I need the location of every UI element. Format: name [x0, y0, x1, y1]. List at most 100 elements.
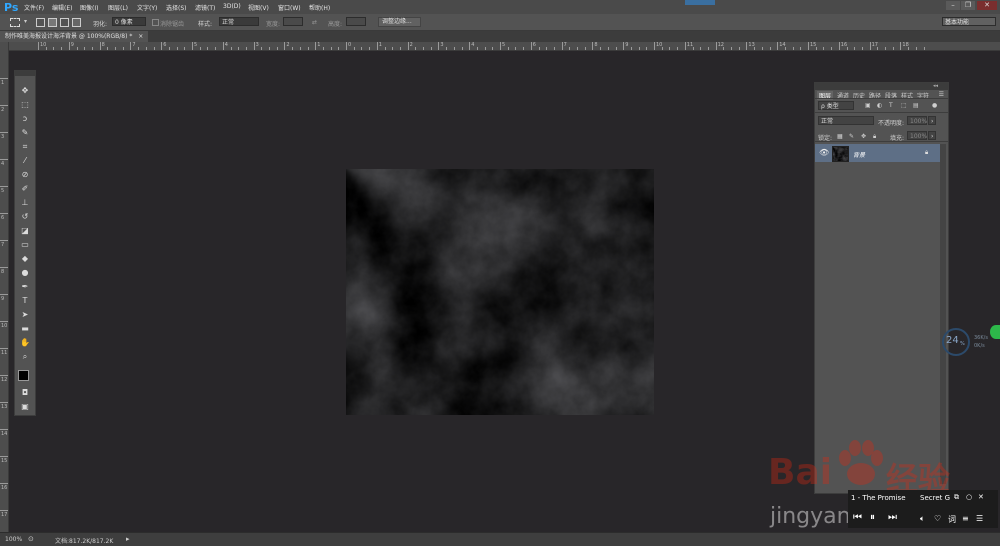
ruler-minor-tick	[107, 47, 109, 50]
close-tab-icon[interactable]: ×	[138, 33, 143, 40]
volume-icon[interactable]: 🔈︎	[920, 514, 925, 524]
window-mode-icon[interactable]: ⧉	[954, 493, 959, 502]
like-icon[interactable]: ♡	[934, 514, 941, 523]
marquee-tool-icon[interactable]: ⬚	[18, 99, 32, 111]
menu-icon[interactable]: ☰	[976, 514, 983, 523]
opacity-input[interactable]: 100%	[907, 116, 927, 125]
feather-input[interactable]: 0 像素	[112, 17, 146, 26]
collapse-icon[interactable]: ◂◂	[933, 83, 938, 89]
style-select[interactable]: 正常	[219, 17, 259, 26]
pen-tool-icon[interactable]: ✒	[18, 281, 32, 293]
ruler-label: 17	[1, 512, 8, 518]
clone-stamp-tool-icon[interactable]: ⊥	[18, 197, 32, 209]
menu-image[interactable]: 图像(I)	[80, 3, 98, 12]
ruler-minor-tick	[53, 47, 55, 50]
quick-select-tool-icon[interactable]: ✎	[18, 127, 32, 139]
minimize-button[interactable]: –	[946, 1, 960, 10]
intersect-selection-icon[interactable]	[72, 18, 81, 27]
status-menu-arrow-icon[interactable]: ▸	[126, 535, 130, 543]
subtract-selection-icon[interactable]	[60, 18, 69, 27]
lasso-tool-icon[interactable]: ↄ	[18, 113, 32, 125]
pause-icon[interactable]: ⏸	[870, 512, 875, 523]
doc-info-icon[interactable]: ⊙	[28, 535, 34, 543]
crop-tool-icon[interactable]: ⌗	[18, 141, 32, 153]
move-tool-icon[interactable]: ✥	[18, 85, 32, 97]
width-input[interactable]	[283, 17, 303, 26]
path-selection-tool-icon[interactable]: ➤	[18, 309, 32, 321]
filter-smart-icon[interactable]: ▤	[913, 102, 919, 109]
fill-input[interactable]: 100%	[907, 131, 927, 140]
new-selection-icon[interactable]	[36, 18, 45, 27]
opacity-slider-button[interactable]: ›	[928, 116, 936, 125]
ruler-tick	[0, 402, 8, 403]
menu-layer[interactable]: 图层(L)	[108, 3, 128, 12]
workspace-select[interactable]: 基本功能	[942, 17, 996, 26]
playlist-icon[interactable]: ≡	[962, 514, 969, 523]
ruler-tick	[0, 240, 8, 241]
fill-slider-button[interactable]: ›	[928, 131, 936, 140]
swap-icon[interactable]: ⇄	[312, 19, 317, 26]
filter-type-icon[interactable]: T	[889, 102, 893, 109]
foreground-color-swatch[interactable]	[18, 370, 29, 381]
layer-row-background[interactable]: 👁︎ 背景 🔒︎	[815, 144, 940, 162]
refine-edge-button[interactable]: 调整边缘...	[378, 17, 421, 27]
gradient-tool-icon[interactable]: ▭	[18, 239, 32, 251]
ruler-minor-tick	[908, 47, 910, 50]
dodge-tool-icon[interactable]: ●	[18, 267, 32, 279]
lock-position-icon[interactable]: ✥	[861, 133, 866, 140]
zoom-tool-icon[interactable]: ⌕	[18, 351, 32, 363]
filter-shape-icon[interactable]: ⬚	[901, 102, 907, 109]
next-icon[interactable]: ⏭	[888, 512, 897, 523]
menu-window[interactable]: 窗口(W)	[278, 3, 301, 12]
menu-filter[interactable]: 滤镜(T)	[195, 3, 215, 12]
filter-toggle-icon[interactable]: ●	[932, 102, 937, 109]
eraser-tool-icon[interactable]: ◪	[18, 225, 32, 237]
menu-select[interactable]: 选择(S)	[166, 3, 187, 12]
type-tool-icon[interactable]: T	[18, 295, 32, 307]
menu-type[interactable]: 文字(Y)	[137, 3, 157, 12]
lyrics-icon[interactable]: 词	[948, 514, 956, 525]
speed-boost-icon[interactable]	[990, 325, 1000, 339]
eyedropper-tool-icon[interactable]: ⁄	[18, 155, 32, 167]
layers-scrollbar[interactable]	[940, 144, 946, 484]
add-selection-icon[interactable]	[48, 18, 57, 27]
menu-view[interactable]: 视图(V)	[248, 3, 269, 12]
filter-kind-select[interactable]: ρ 类型	[818, 101, 854, 110]
filter-adjust-icon[interactable]: ◐	[877, 102, 882, 109]
history-brush-tool-icon[interactable]: ↺	[18, 211, 32, 223]
screen-mode-icon[interactable]: ▣	[18, 401, 32, 413]
blur-tool-icon[interactable]: ◆	[18, 253, 32, 265]
height-input[interactable]	[346, 17, 366, 26]
hand-tool-icon[interactable]: ✋	[18, 337, 32, 349]
ruler-label: 7	[1, 242, 5, 248]
filter-pixel-icon[interactable]: ▣	[865, 102, 871, 109]
menu-edit[interactable]: 编辑(E)	[52, 3, 72, 12]
antialias-checkbox[interactable]	[152, 19, 159, 26]
ruler-tick	[161, 42, 163, 50]
ruler-minor-tick	[45, 47, 47, 50]
lock-transparent-icon[interactable]: ▦	[837, 133, 843, 140]
document-tab[interactable]: 制作唯美海报设计海洋背景 @ 100%(RGB/8) * ×	[0, 31, 149, 42]
healing-brush-tool-icon[interactable]: ⊘	[18, 169, 32, 181]
brush-tool-icon[interactable]: ✐	[18, 183, 32, 195]
rectangle-tool-icon[interactable]: ▬	[18, 323, 32, 335]
blend-mode-select[interactable]: 正常	[818, 116, 874, 125]
lock-all-icon[interactable]: 🔒︎	[873, 133, 876, 141]
chevron-down-icon[interactable]: ▾	[24, 18, 27, 25]
lock-image-icon[interactable]: ✎	[849, 133, 854, 140]
settings-icon[interactable]: ○	[966, 493, 972, 501]
close-button[interactable]: ✕	[977, 1, 997, 10]
quick-mask-icon[interactable]: ◘	[18, 387, 32, 399]
menu-3d[interactable]: 3D(D)	[223, 3, 241, 10]
panel-menu-icon[interactable]: ☰	[939, 91, 944, 98]
visibility-eye-icon[interactable]: 👁︎	[819, 148, 829, 157]
previous-icon[interactable]: ⏮	[853, 512, 862, 523]
menu-help[interactable]: 帮助(H)	[309, 3, 330, 12]
ruler-tick	[0, 267, 8, 268]
marquee-tool-icon[interactable]	[10, 18, 20, 27]
restore-button[interactable]: ❐	[961, 1, 975, 10]
close-player-icon[interactable]: ✕	[978, 493, 984, 501]
document-canvas[interactable]	[346, 169, 654, 415]
zoom-level[interactable]: 100%	[5, 536, 22, 543]
menu-file[interactable]: 文件(F)	[24, 3, 44, 12]
